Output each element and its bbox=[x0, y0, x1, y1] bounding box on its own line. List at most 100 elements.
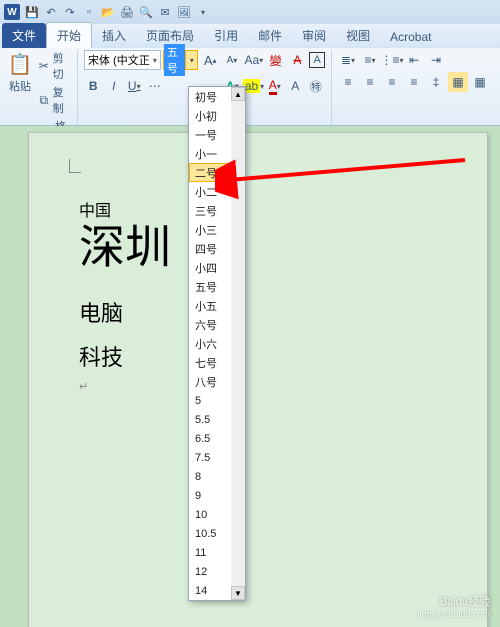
qat-new-icon[interactable]: ▫ bbox=[81, 4, 97, 20]
list-item[interactable]: 6.5 bbox=[189, 429, 231, 448]
cut-label: 剪切 bbox=[53, 50, 71, 82]
list-item[interactable]: 小一 bbox=[189, 144, 231, 163]
list-item[interactable]: 七号 bbox=[189, 353, 231, 372]
qat-undo-icon[interactable]: ↶ bbox=[43, 4, 59, 20]
change-case-button[interactable]: Aa▾ bbox=[244, 50, 264, 70]
cut-button[interactable]: ✂剪切 bbox=[38, 50, 71, 82]
scroll-down-icon[interactable]: ▼ bbox=[231, 586, 245, 600]
list-item[interactable]: 小三 bbox=[189, 220, 231, 239]
tab-view[interactable]: 视图 bbox=[336, 23, 380, 48]
tab-file[interactable]: 文件 bbox=[2, 23, 46, 48]
shrink-font-button[interactable]: A▾ bbox=[222, 50, 242, 70]
doc-text-1: 深圳 bbox=[79, 223, 437, 274]
qat-save-icon[interactable]: 💾 bbox=[24, 4, 40, 20]
qat-pic-icon[interactable]: 🖼 bbox=[176, 4, 192, 20]
grow-font-button[interactable]: A▴ bbox=[200, 50, 220, 70]
align-justify-button[interactable]: ≡ bbox=[404, 72, 424, 92]
qat-print-icon[interactable]: 🖨 bbox=[119, 4, 135, 20]
char-shading-button[interactable]: A bbox=[286, 76, 305, 96]
multilevel-button[interactable]: ⋮≡▾ bbox=[382, 50, 402, 70]
increase-indent-button[interactable]: ⇥ bbox=[426, 50, 446, 70]
list-item[interactable]: 小二 bbox=[189, 182, 231, 201]
italic-button[interactable]: I bbox=[105, 76, 124, 96]
font-name-combo[interactable]: 宋体 (中文正▾ bbox=[84, 50, 161, 70]
font-size-dropdown-icon[interactable]: ▾ bbox=[185, 51, 197, 69]
decrease-indent-button[interactable]: ⇤ bbox=[404, 50, 424, 70]
highlight-button[interactable]: ab▾ bbox=[244, 76, 264, 96]
align-center-button[interactable]: ≡ bbox=[360, 72, 380, 92]
list-item[interactable]: 8 bbox=[189, 467, 231, 486]
doc-text-2: 电脑 bbox=[79, 292, 437, 336]
group-paragraph: ≣▾ ≡▾ ⋮≡▾ ⇤ ⇥ ≡ ≡ ≡ ≡ ‡ ▦ ▦ bbox=[336, 50, 496, 125]
shading-button[interactable]: ▦ bbox=[448, 72, 468, 92]
numbering-button[interactable]: ≡▾ bbox=[360, 50, 380, 70]
list-item[interactable]: 一号 bbox=[189, 125, 231, 144]
list-item[interactable]: 五号 bbox=[189, 277, 231, 296]
qat-redo-icon[interactable]: ↷ bbox=[62, 4, 78, 20]
tab-insert[interactable]: 插入 bbox=[92, 23, 136, 48]
list-item[interactable]: 10 bbox=[189, 505, 231, 524]
page[interactable]: 中国 深圳 电脑 科技 ↵ bbox=[28, 132, 488, 627]
list-item[interactable]: 小初 bbox=[189, 106, 231, 125]
watermark-url: jingyan.baidu.com bbox=[417, 609, 490, 619]
tab-acrobat[interactable]: Acrobat bbox=[380, 26, 441, 48]
list-item[interactable]: 7.5 bbox=[189, 448, 231, 467]
list-item-highlight[interactable]: 二号 bbox=[189, 163, 231, 182]
cursor-mark: ↵ bbox=[79, 380, 437, 393]
list-item[interactable]: 小四 bbox=[189, 258, 231, 277]
qat-more-icon[interactable]: ▾ bbox=[195, 4, 211, 20]
line-spacing-button[interactable]: ‡ bbox=[426, 72, 446, 92]
font-color-button[interactable]: A▾ bbox=[266, 76, 285, 96]
font-size-list: 初号 小初 一号 小一 二号 小二 三号 小三 四号 小四 五号 小五 六号 小… bbox=[189, 87, 231, 600]
ribbon-tabs: 文件 开始 插入 页面布局 引用 邮件 审阅 视图 Acrobat bbox=[0, 24, 500, 48]
bold-button[interactable]: B bbox=[84, 76, 103, 96]
cut-icon: ✂ bbox=[38, 59, 50, 73]
list-item[interactable]: 四号 bbox=[189, 239, 231, 258]
strikethrough-button[interactable]: ⋯ bbox=[146, 76, 165, 96]
list-item[interactable]: 八号 bbox=[189, 372, 231, 391]
list-item[interactable]: 三号 bbox=[189, 201, 231, 220]
phonetic-guide-button[interactable]: 變 bbox=[266, 50, 286, 70]
ribbon: 📋 粘贴 ✂剪切 ⧉复制 🖌格式刷 剪贴板 宋体 (中文正▾ 五号 ▾ A▴ bbox=[0, 48, 500, 126]
list-item[interactable]: 10.5 bbox=[189, 524, 231, 543]
bullets-button[interactable]: ≣▾ bbox=[338, 50, 358, 70]
enclose-char-button[interactable]: ㊕ bbox=[307, 76, 326, 96]
font-name-value: 宋体 (中文正 bbox=[88, 52, 150, 68]
tab-mail[interactable]: 邮件 bbox=[248, 23, 292, 48]
title-bar: W 💾 ↶ ↷ ▫ 📂 🖨 🔍 ✉ 🖼 ▾ bbox=[0, 0, 500, 24]
list-item[interactable]: 六号 bbox=[189, 315, 231, 334]
paste-icon: 📋 bbox=[6, 50, 34, 78]
list-item[interactable]: 9 bbox=[189, 486, 231, 505]
paste-label: 粘贴 bbox=[9, 78, 31, 94]
list-item[interactable]: 5.5 bbox=[189, 410, 231, 429]
align-left-button[interactable]: ≡ bbox=[338, 72, 358, 92]
clear-format-button[interactable]: A bbox=[288, 50, 308, 70]
list-item[interactable]: 5 bbox=[189, 391, 231, 410]
list-item[interactable]: 14 bbox=[189, 581, 231, 600]
list-item[interactable]: 初号 bbox=[189, 87, 231, 106]
qat-open-icon[interactable]: 📂 bbox=[100, 4, 116, 20]
scroll-up-icon[interactable]: ▲ bbox=[231, 87, 245, 101]
underline-button[interactable]: U▾ bbox=[125, 76, 144, 96]
qat-mail-icon[interactable]: ✉ bbox=[157, 4, 173, 20]
paste-button[interactable]: 📋 粘贴 bbox=[6, 50, 34, 98]
font-size-combo[interactable]: 五号 ▾ bbox=[163, 50, 198, 70]
qat-preview-icon[interactable]: 🔍 bbox=[138, 4, 154, 20]
list-item[interactable]: 小五 bbox=[189, 296, 231, 315]
dropdown-scrollbar[interactable]: ▲ ▼ bbox=[231, 87, 245, 600]
margin-corner-mark bbox=[69, 159, 81, 173]
char-border-button[interactable]: A bbox=[309, 52, 325, 68]
tab-home[interactable]: 开始 bbox=[46, 22, 92, 48]
tab-references[interactable]: 引用 bbox=[204, 23, 248, 48]
list-item[interactable]: 小六 bbox=[189, 334, 231, 353]
copy-icon: ⧉ bbox=[38, 93, 50, 107]
borders-button[interactable]: ▦ bbox=[470, 72, 490, 92]
list-item[interactable]: 11 bbox=[189, 543, 231, 562]
copy-button[interactable]: ⧉复制 bbox=[38, 84, 71, 116]
document-area[interactable]: 中国 深圳 电脑 科技 ↵ bbox=[0, 126, 500, 627]
scroll-track[interactable] bbox=[231, 101, 245, 586]
tab-review[interactable]: 审阅 bbox=[292, 23, 336, 48]
doc-text-sup: 中国 bbox=[79, 203, 111, 220]
align-right-button[interactable]: ≡ bbox=[382, 72, 402, 92]
list-item[interactable]: 12 bbox=[189, 562, 231, 581]
